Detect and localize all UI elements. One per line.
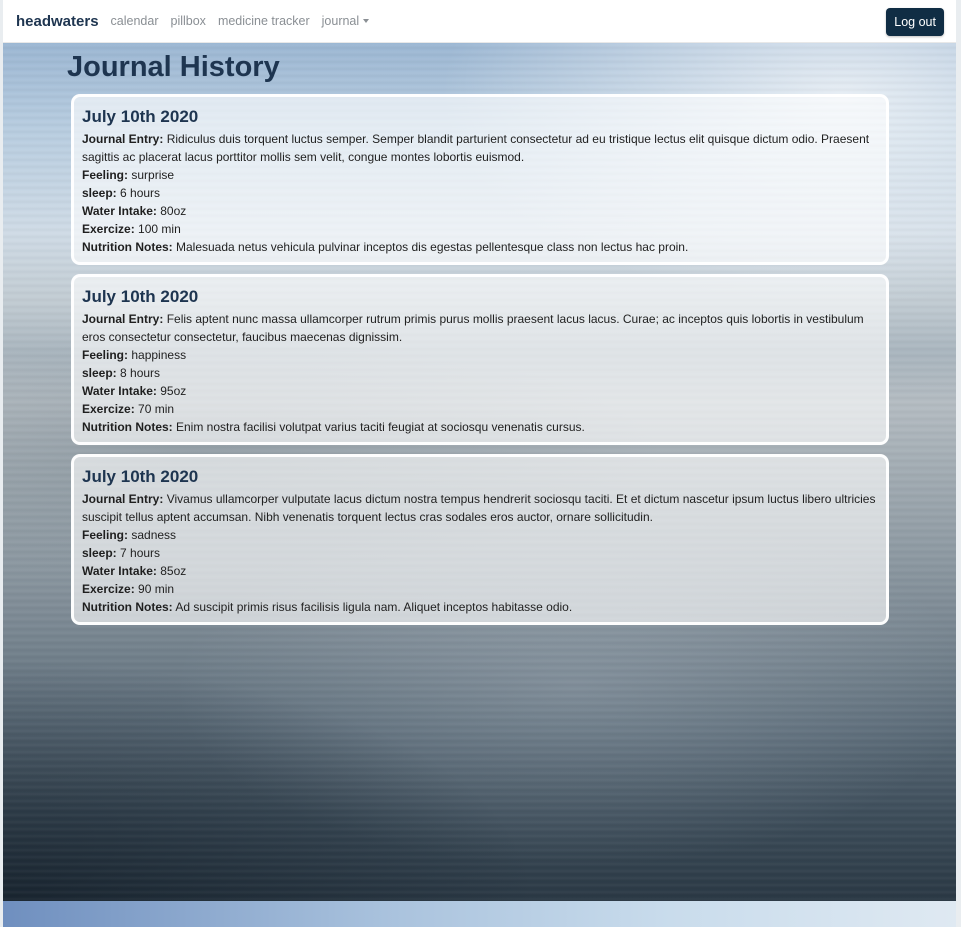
nutrition-value: Enim nostra facilisi volutpat varius tac… <box>176 420 585 434</box>
water-row: Water Intake: 95oz <box>82 382 878 400</box>
nav-dropdown-journal-label: journal <box>321 14 360 28</box>
entry-date: July 10th 2020 <box>82 287 199 306</box>
entry-text-row: Journal Entry: Felis aptent nunc massa u… <box>82 310 878 346</box>
nutrition-value: Ad suscipit primis risus facilisis ligul… <box>175 600 573 614</box>
exercise-label: Exercize: <box>82 582 135 596</box>
nav-link-pillbox[interactable]: pillbox <box>171 14 206 28</box>
background-strip <box>3 901 956 927</box>
nutrition-label: Nutrition Notes: <box>82 600 173 614</box>
sleep-label: sleep: <box>82 546 117 560</box>
sleep-row: sleep: 6 hours <box>82 184 878 202</box>
entry-text-row: Journal Entry: Vivamus ullamcorper vulpu… <box>82 490 878 526</box>
exercise-label: Exercize: <box>82 402 135 416</box>
entry-text-label: Journal Entry: <box>82 132 164 146</box>
exercise-row: Exercize: 70 min <box>82 400 878 418</box>
sleep-label: sleep: <box>82 366 117 380</box>
feeling-value: happiness <box>131 348 187 362</box>
water-row: Water Intake: 85oz <box>82 562 878 580</box>
journal-entries-list: July 10th 2020 Journal Entry: Ridiculus … <box>71 94 889 634</box>
sleep-value: 7 hours <box>120 546 161 560</box>
sleep-value: 6 hours <box>120 186 161 200</box>
water-label: Water Intake: <box>82 564 157 578</box>
entry-date: July 10th 2020 <box>82 467 199 486</box>
entry-text-value: Felis aptent nunc massa ullamcorper rutr… <box>82 312 864 344</box>
water-label: Water Intake: <box>82 204 157 218</box>
nutrition-value: Malesuada netus vehicula pulvinar incept… <box>176 240 689 254</box>
feeling-label: Feeling: <box>82 348 129 362</box>
sleep-label: sleep: <box>82 186 117 200</box>
brand-link[interactable]: headwaters <box>16 13 99 30</box>
water-label: Water Intake: <box>82 384 157 398</box>
nutrition-label: Nutrition Notes: <box>82 240 173 254</box>
app-frame: headwaters calendar pillbox medicine tra… <box>3 0 956 927</box>
sleep-value: 8 hours <box>120 366 161 380</box>
feeling-label: Feeling: <box>82 528 129 542</box>
feeling-label: Feeling: <box>82 168 129 182</box>
entry-date: July 10th 2020 <box>82 107 199 126</box>
nutrition-row: Nutrition Notes: Malesuada netus vehicul… <box>82 238 878 256</box>
journal-entry-card: July 10th 2020 Journal Entry: Vivamus ul… <box>71 454 889 625</box>
nutrition-row: Nutrition Notes: Ad suscipit primis risu… <box>82 598 878 616</box>
exercise-value: 90 min <box>138 582 175 596</box>
feeling-row: Feeling: sadness <box>82 526 878 544</box>
water-value: 95oz <box>160 384 187 398</box>
feeling-row: Feeling: happiness <box>82 346 878 364</box>
entry-text-label: Journal Entry: <box>82 312 164 326</box>
entry-text-value: Ridiculus duis torquent luctus semper. S… <box>82 132 870 164</box>
water-value: 80oz <box>160 204 187 218</box>
entry-text-label: Journal Entry: <box>82 492 164 506</box>
journal-entry-card: July 10th 2020 Journal Entry: Ridiculus … <box>71 94 889 265</box>
sleep-row: sleep: 8 hours <box>82 364 878 382</box>
nav-dropdown-journal[interactable]: journal <box>322 14 370 28</box>
exercise-value: 100 min <box>138 222 181 236</box>
nav-link-medicine-tracker[interactable]: medicine tracker <box>218 14 310 28</box>
water-row: Water Intake: 80oz <box>82 202 878 220</box>
logout-button[interactable]: Log out <box>886 8 944 36</box>
nutrition-label: Nutrition Notes: <box>82 420 173 434</box>
exercise-value: 70 min <box>138 402 175 416</box>
navbar: headwaters calendar pillbox medicine tra… <box>3 0 956 43</box>
journal-entry-card: July 10th 2020 Journal Entry: Felis apte… <box>71 274 889 445</box>
feeling-value: sadness <box>131 528 177 542</box>
sleep-row: sleep: 7 hours <box>82 544 878 562</box>
feeling-row: Feeling: surprise <box>82 166 878 184</box>
exercise-row: Exercize: 90 min <box>82 580 878 598</box>
nutrition-row: Nutrition Notes: Enim nostra facilisi vo… <box>82 418 878 436</box>
page-title: Journal History <box>67 51 280 83</box>
exercise-label: Exercize: <box>82 222 135 236</box>
entry-text-value: Vivamus ullamcorper vulputate lacus dict… <box>82 492 876 524</box>
nav-link-calendar[interactable]: calendar <box>111 14 159 28</box>
entry-text-row: Journal Entry: Ridiculus duis torquent l… <box>82 130 878 166</box>
feeling-value: surprise <box>131 168 175 182</box>
caret-down-icon <box>363 19 370 23</box>
exercise-row: Exercize: 100 min <box>82 220 878 238</box>
water-value: 85oz <box>160 564 187 578</box>
